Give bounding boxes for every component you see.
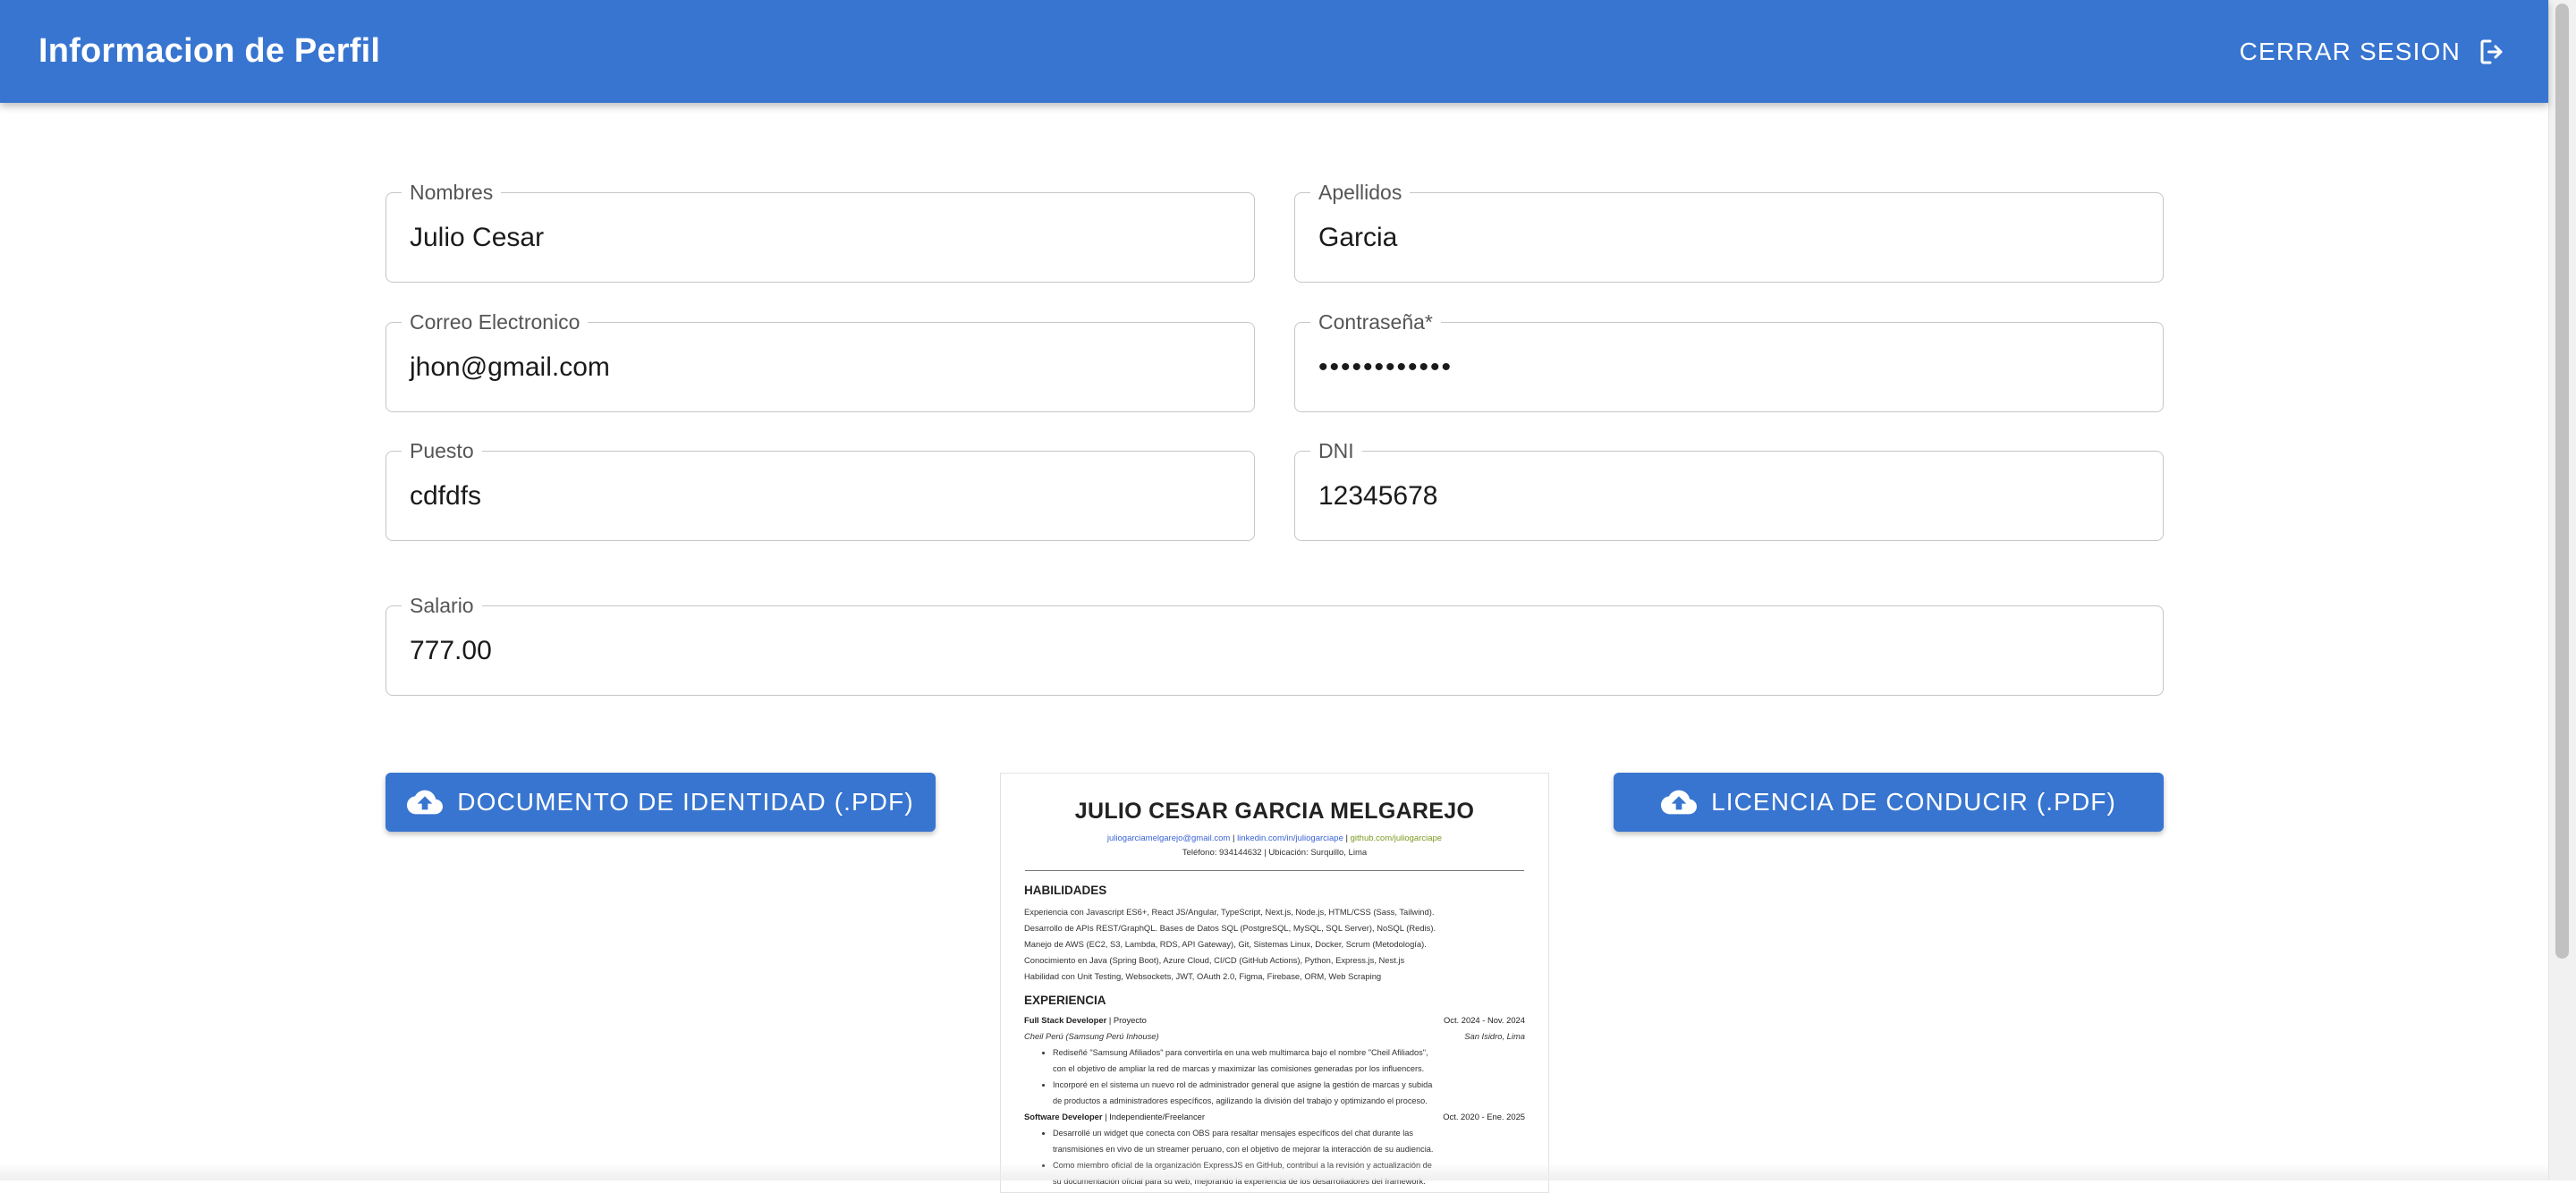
salario-input[interactable]: 777.00	[410, 606, 492, 695]
cv-bullet-cont: su documentación oficial para su web, me…	[1053, 1177, 1426, 1186]
cv-job-company: Cheil Perú (Samsung Perú Inhouse) San Is…	[1024, 1031, 1525, 1041]
puesto-input[interactable]: cdfdfs	[410, 452, 481, 540]
email-input[interactable]: jhon@gmail.com	[410, 323, 610, 411]
cv-bullet: Desarrollé un widget que conecta con OBS…	[1053, 1125, 1525, 1141]
cv-bullet: Incorporé en el sistema un nuevo rol de …	[1053, 1077, 1525, 1093]
apellidos-field[interactable]: Apellidos Garcia	[1294, 180, 2164, 283]
upload-license-label: LICENCIA DE CONDUCIR (.PDF)	[1711, 788, 2116, 816]
logout-button[interactable]: CERRAR SESION	[2240, 36, 2509, 68]
upload-identity-button[interactable]: DOCUMENTO DE IDENTIDAD (.PDF)	[386, 773, 936, 832]
cv-job-bullets: Desarrollé un widget que conecta con OBS…	[1053, 1125, 1525, 1189]
cv-bullet: Como miembro oficial de la organización …	[1053, 1157, 1525, 1173]
cv-experience-heading: EXPERIENCIA	[1024, 994, 1106, 1007]
cv-job-header: Software Developer | Independiente/Freel…	[1024, 1112, 1525, 1121]
cv-links: juliogarciamelgarejo@gmail.com | linkedi…	[1106, 833, 1443, 843]
upload-identity-label: DOCUMENTO DE IDENTIDAD (.PDF)	[457, 788, 914, 816]
dni-input[interactable]: 12345678	[1318, 452, 1437, 540]
cv-email-link[interactable]: juliogarciamelgarejo@gmail.com	[1107, 833, 1230, 843]
email-field[interactable]: Correo Electronico jhon@gmail.com	[386, 309, 1255, 412]
pdf-preview[interactable]: JULIO CESAR GARCIA MELGAREJO juliogarcia…	[1000, 773, 1549, 1193]
cv-github-link[interactable]: github.com/juliogarciape	[1351, 833, 1442, 843]
cv-name: JULIO CESAR GARCIA MELGAREJO	[1074, 799, 1475, 824]
upload-license-button[interactable]: LICENCIA DE CONDUCIR (.PDF)	[1614, 773, 2164, 832]
puesto-field[interactable]: Puesto cdfdfs	[386, 438, 1255, 541]
dni-field[interactable]: DNI 12345678	[1294, 438, 2164, 541]
logout-label: CERRAR SESION	[2239, 37, 2461, 65]
scrollbar-thumb[interactable]	[2555, 4, 2569, 959]
nombres-input[interactable]: Julio Cesar	[410, 193, 544, 282]
logout-icon	[2480, 39, 2503, 63]
cv-divider	[1025, 870, 1524, 871]
cv-job-header: Full Stack Developer | Proyecto Oct. 202…	[1024, 1015, 1525, 1025]
cv-skill-line: Experiencia con Javascript ES6+, React J…	[1024, 907, 1435, 917]
app-header: Informacion de Perfil CERRAR SESION	[0, 0, 2548, 103]
cv-contact: Teléfono: 934144632 | Ubicación: Surquil…	[1182, 848, 1368, 858]
password-field[interactable]: Contraseña* ••••••••••••	[1294, 309, 2164, 412]
cloud-upload-icon	[1661, 790, 1698, 815]
cv-bullet-cont: transmisiones en vivo de un streamer per…	[1053, 1145, 1434, 1154]
cv-linkedin-link[interactable]: linkedin.com/in/juliogarciape	[1237, 833, 1343, 843]
cv-skill-line: Desarrollo de APIs REST/GraphQL. Bases d…	[1024, 923, 1436, 933]
cv-skill-line: Manejo de AWS (EC2, S3, Lambda, RDS, API…	[1024, 939, 1427, 949]
cloud-upload-icon	[407, 790, 444, 815]
salario-field[interactable]: Salario 777.00	[386, 593, 2164, 696]
cv-bullet: Rediseñé "Samsung Afiliados" para conver…	[1053, 1045, 1525, 1061]
nombres-field[interactable]: Nombres Julio Cesar	[386, 180, 1255, 283]
password-input[interactable]: ••••••••••••	[1318, 323, 1453, 411]
cv-skills: Experiencia con Javascript ES6+, React J…	[1024, 904, 1525, 985]
cv-job-bullets: Rediseñé "Samsung Afiliados" para conver…	[1053, 1045, 1525, 1109]
cv-skill-line: Habilidad con Unit Testing, Websockets, …	[1024, 971, 1382, 981]
apellidos-input[interactable]: Garcia	[1318, 193, 1397, 282]
cv-skill-line: Conocimiento en Java (Spring Boot), Azur…	[1024, 955, 1405, 965]
page-title: Informacion de Perfil	[38, 32, 381, 70]
cv-bullet-cont: con el objetivo de ampliar la red de mar…	[1053, 1064, 1425, 1073]
cv-bullet-cont: de productos a administradores específic…	[1053, 1096, 1428, 1105]
cv-skills-heading: HABILIDADES	[1024, 884, 1107, 897]
